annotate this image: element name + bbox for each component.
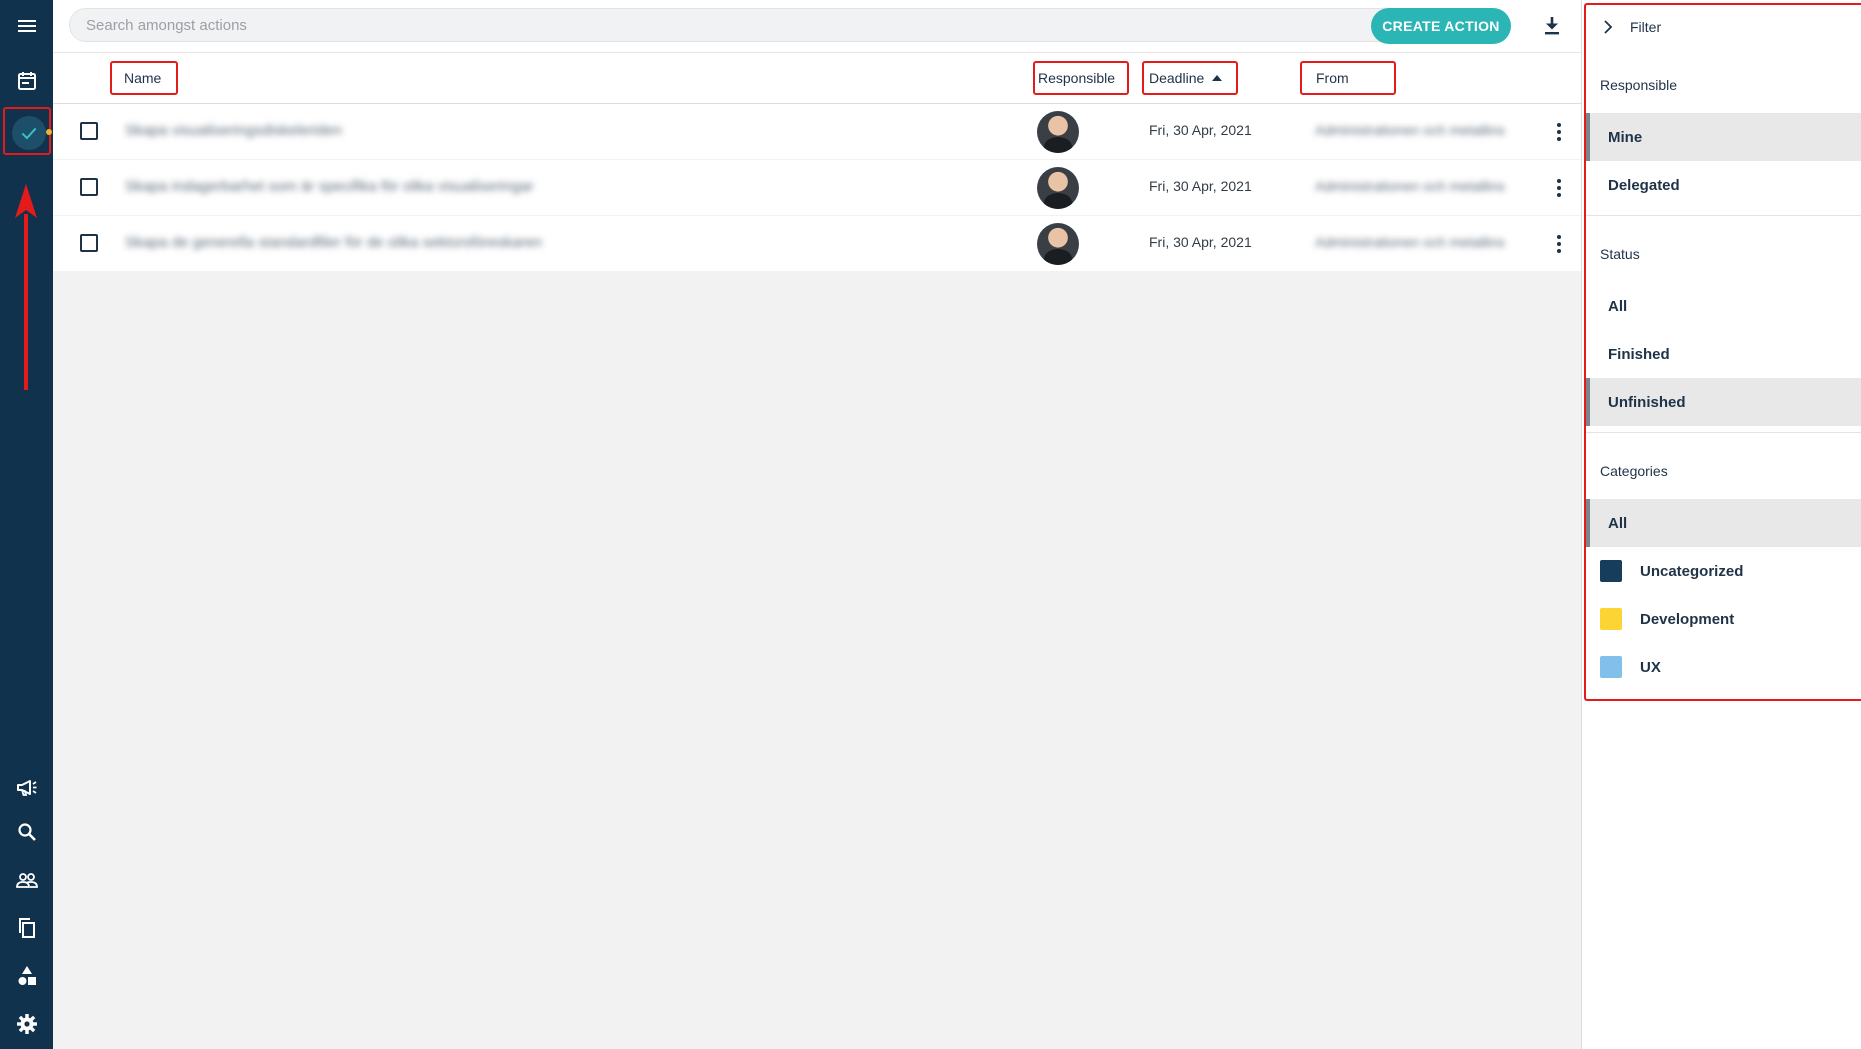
row-checkbox[interactable] xyxy=(80,122,98,140)
search-icon[interactable] xyxy=(0,810,53,854)
from-text: Administrationen och metallins xyxy=(1315,178,1505,194)
more-vertical-icon[interactable] xyxy=(1547,232,1571,256)
filter-header[interactable]: Filter xyxy=(1600,19,1661,35)
actions-table: Skapa visualiseringsdiskeleriden Fri, 30… xyxy=(53,104,1581,272)
download-icon[interactable] xyxy=(1540,14,1564,38)
action-name[interactable]: Skapa indagerbarhet som är specifika för… xyxy=(125,178,534,198)
column-header-deadline[interactable]: Deadline xyxy=(1142,61,1238,95)
table-header: Name Responsible Deadline From xyxy=(53,52,1581,104)
status-section-label: Status xyxy=(1600,246,1640,262)
sort-ascending-icon xyxy=(1212,75,1223,81)
filter-status-unfinished[interactable]: Unfinished xyxy=(1586,378,1861,426)
filter-category-all[interactable]: All xyxy=(1586,499,1861,547)
nav-rail xyxy=(0,0,53,1049)
chevron-right-icon[interactable] xyxy=(1600,19,1616,35)
filter-status-finished[interactable]: Finished xyxy=(1586,330,1861,378)
column-header-name[interactable]: Name xyxy=(110,61,178,95)
top-bar: CREATE ACTION xyxy=(53,0,1581,52)
from-text: Administrationen och metallins xyxy=(1315,234,1505,250)
annotation-arrow xyxy=(15,184,37,390)
search-input[interactable] xyxy=(86,16,1356,34)
filter-category-uncategorized[interactable]: Uncategorized xyxy=(1586,547,1861,595)
actions-main: CREATE ACTION Name Responsible Deadline … xyxy=(53,0,1581,1049)
avatar xyxy=(1037,111,1079,153)
deadline-date: Fri, 30 Apr, 2021 xyxy=(1149,234,1252,250)
action-name[interactable]: Skapa de generella standardfiler för de … xyxy=(125,234,542,254)
more-vertical-icon[interactable] xyxy=(1547,176,1571,200)
from-text: Administrationen och metallins xyxy=(1315,122,1505,138)
copy-icon[interactable] xyxy=(0,906,53,950)
filter-status-all[interactable]: All xyxy=(1586,282,1861,330)
search-bar[interactable] xyxy=(69,8,1408,42)
calendar-icon[interactable] xyxy=(0,59,53,103)
filter-title: Filter xyxy=(1630,19,1662,35)
category-label: Development xyxy=(1640,610,1735,628)
menu-icon[interactable] xyxy=(0,4,53,48)
row-checkbox[interactable] xyxy=(80,234,98,252)
category-color-swatch xyxy=(1600,656,1622,678)
deadline-date: Fri, 30 Apr, 2021 xyxy=(1149,178,1252,194)
category-label: UX xyxy=(1640,658,1661,676)
table-row[interactable]: Skapa indagerbarhet som är specifika för… xyxy=(53,160,1581,216)
row-checkbox[interactable] xyxy=(80,178,98,196)
avatar xyxy=(1037,167,1079,209)
more-vertical-icon[interactable] xyxy=(1547,120,1571,144)
deadline-date: Fri, 30 Apr, 2021 xyxy=(1149,122,1252,138)
shapes-icon[interactable] xyxy=(0,954,53,998)
divider xyxy=(1586,215,1861,216)
filter-responsible-delegated[interactable]: Delegated xyxy=(1586,161,1861,209)
filter-category-development[interactable]: Development xyxy=(1586,595,1861,643)
divider xyxy=(1586,432,1861,433)
avatar xyxy=(1037,223,1079,265)
create-action-button[interactable]: CREATE ACTION xyxy=(1371,8,1511,44)
filter-responsible-mine[interactable]: Mine xyxy=(1586,113,1861,161)
column-header-from[interactable]: From xyxy=(1300,61,1396,95)
table-row[interactable]: Skapa visualiseringsdiskeleriden Fri, 30… xyxy=(53,104,1581,160)
category-color-swatch xyxy=(1600,608,1622,630)
filter-category-ux[interactable]: UX xyxy=(1586,643,1861,691)
category-color-swatch xyxy=(1600,560,1622,582)
action-name[interactable]: Skapa visualiseringsdiskeleriden xyxy=(125,122,342,142)
category-label: Uncategorized xyxy=(1640,562,1744,580)
responsible-section-label: Responsible xyxy=(1600,77,1678,93)
megaphone-icon[interactable] xyxy=(0,765,53,809)
actions-nav-button[interactable] xyxy=(3,107,52,155)
notification-dot xyxy=(46,129,52,135)
categories-section-label: Categories xyxy=(1600,463,1668,479)
settings-gear-icon[interactable] xyxy=(0,1002,53,1046)
column-header-responsible[interactable]: Responsible xyxy=(1033,61,1129,95)
filter-panel-content: Filter Responsible Mine Delegated Status… xyxy=(1584,3,1861,701)
people-icon[interactable] xyxy=(0,858,53,902)
table-row[interactable]: Skapa de generella standardfiler för de … xyxy=(53,216,1581,272)
checkmark-icon xyxy=(12,116,46,150)
